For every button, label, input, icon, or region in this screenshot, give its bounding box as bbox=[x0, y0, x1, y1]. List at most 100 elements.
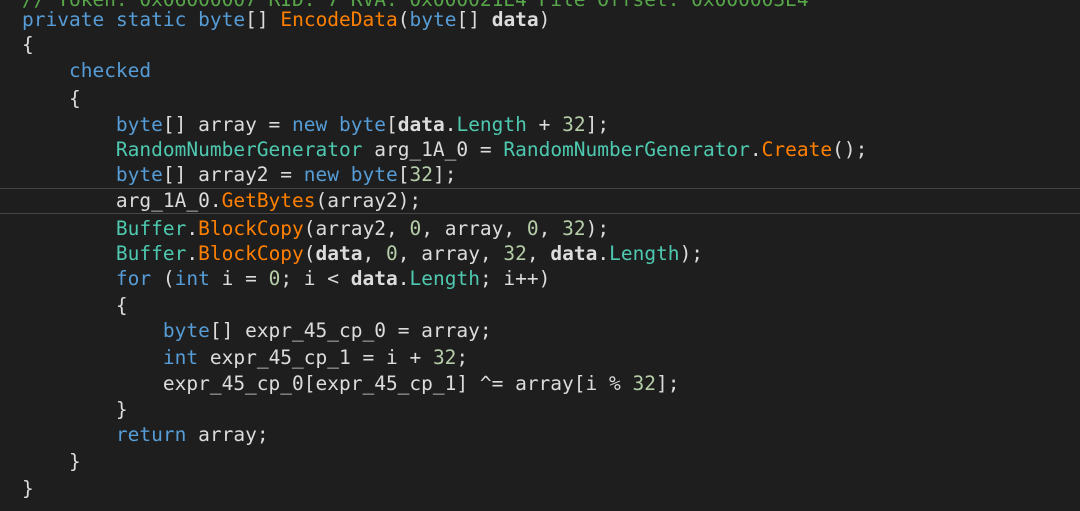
code-token: . bbox=[749, 138, 762, 161]
current-code-line[interactable]: arg_1A_0.GetBytes(array2); bbox=[0, 188, 1080, 214]
code-token: . bbox=[597, 242, 610, 265]
code-line[interactable]: expr_45_cp_0[expr_45_cp_1] ^= array[i % … bbox=[0, 371, 1080, 397]
code-editor[interactable]: // Token: 0x06000007 RID: 7 RVA: 0x00002… bbox=[0, 0, 1080, 511]
code-line[interactable]: int expr_45_cp_1 = i + 32; bbox=[0, 345, 1080, 371]
code-token: Length bbox=[609, 242, 680, 265]
code-token: { bbox=[22, 33, 34, 56]
code-token: data bbox=[550, 242, 598, 265]
code-token: , array, bbox=[397, 242, 504, 265]
code-token: [ bbox=[385, 113, 398, 136]
code-token: { bbox=[22, 294, 128, 317]
code-token: new bbox=[292, 113, 328, 136]
code-token: . bbox=[444, 113, 457, 136]
code-line[interactable]: byte[] array = new byte[data.Length + 32… bbox=[0, 112, 1080, 138]
code-token: 32 bbox=[562, 217, 586, 240]
code-token: byte bbox=[115, 163, 163, 186]
code-token: (); bbox=[832, 138, 868, 161]
code-token: ]; bbox=[432, 163, 457, 186]
code-token: checked bbox=[68, 59, 152, 82]
code-line-text: Buffer.BlockCopy(array2, 0, array, 0, 32… bbox=[22, 216, 609, 242]
code-line[interactable]: for (int i = 0; i < data.Length; i++) bbox=[0, 266, 1080, 292]
code-token: ]; bbox=[585, 113, 610, 136]
code-token: ]; bbox=[655, 372, 680, 395]
code-line[interactable]: { bbox=[0, 32, 1080, 58]
code-token: ; i < bbox=[280, 267, 351, 290]
code-token: 32 bbox=[503, 242, 527, 265]
code-token: Create bbox=[761, 138, 833, 161]
code-token: 32 bbox=[562, 113, 586, 136]
code-token: + bbox=[526, 113, 563, 136]
code-token: RandomNumberGenerator bbox=[503, 138, 750, 161]
code-line[interactable]: } bbox=[0, 449, 1080, 475]
code-token: 0 bbox=[526, 217, 539, 240]
code-line[interactable]: RandomNumberGenerator arg_1A_0 = RandomN… bbox=[0, 137, 1080, 163]
code-token: } bbox=[22, 450, 81, 473]
code-line[interactable]: byte[] expr_45_cp_0 = array; bbox=[0, 318, 1080, 344]
code-token: ( bbox=[151, 267, 175, 290]
code-token: ); bbox=[585, 217, 610, 240]
code-token: int bbox=[162, 346, 199, 369]
code-token: BlockCopy bbox=[198, 242, 304, 265]
code-token: , bbox=[526, 242, 551, 265]
code-token: Buffer bbox=[115, 217, 187, 240]
code-token: 32 bbox=[432, 346, 457, 369]
code-line[interactable]: { bbox=[0, 293, 1080, 319]
code-line[interactable]: checked bbox=[0, 58, 1080, 84]
code-token: (array2, bbox=[303, 217, 410, 240]
code-token: new bbox=[303, 163, 340, 186]
code-line[interactable]: byte[] array2 = new byte[32]; bbox=[0, 162, 1080, 188]
code-line[interactable]: } bbox=[0, 476, 1080, 502]
code-line-text: { bbox=[22, 293, 128, 319]
code-token: [] array2 = bbox=[162, 163, 304, 186]
code-token: Length bbox=[409, 267, 480, 290]
code-token: ; bbox=[456, 346, 469, 369]
code-line-text: RandomNumberGenerator arg_1A_0 = RandomN… bbox=[22, 137, 867, 163]
code-line[interactable]: private static byte[] EncodeData(byte[] … bbox=[0, 7, 1080, 33]
code-token: , bbox=[362, 242, 386, 265]
code-token: data bbox=[350, 267, 398, 290]
code-token: byte bbox=[115, 113, 163, 136]
code-token: . bbox=[397, 267, 410, 290]
code-line-text: private static byte[] EncodeData(byte[] … bbox=[22, 7, 550, 33]
code-token: byte bbox=[198, 8, 246, 31]
code-token: ); bbox=[679, 242, 704, 265]
code-token: arg_1A_0. bbox=[22, 189, 222, 212]
code-token: [] array = bbox=[162, 113, 293, 136]
code-token: return bbox=[115, 423, 187, 446]
code-token: , bbox=[538, 217, 563, 240]
code-token: 0 bbox=[409, 217, 422, 240]
code-token: } bbox=[22, 477, 34, 500]
code-line[interactable]: { bbox=[0, 86, 1080, 112]
code-token: array; bbox=[186, 423, 269, 446]
code-token: static bbox=[115, 8, 187, 31]
code-token: [ bbox=[397, 163, 410, 186]
code-line[interactable]: } bbox=[0, 397, 1080, 423]
code-line-text: int expr_45_cp_1 = i + 32; bbox=[22, 345, 468, 371]
code-line[interactable]: Buffer.BlockCopy(data, 0, array, 32, dat… bbox=[0, 241, 1080, 267]
code-line-text: byte[] array2 = new byte[32]; bbox=[22, 162, 457, 188]
code-token: . bbox=[186, 217, 199, 240]
code-line[interactable]: Buffer.BlockCopy(array2, 0, array, 0, 32… bbox=[0, 216, 1080, 242]
code-token: expr_45_cp_1 = i + bbox=[198, 346, 433, 369]
code-token: , array, bbox=[421, 217, 527, 240]
code-line-text: } bbox=[22, 397, 128, 423]
code-line[interactable]: return array; bbox=[0, 422, 1080, 448]
code-token: int bbox=[174, 267, 210, 290]
code-token: GetBytes bbox=[221, 189, 316, 212]
code-line-text: } bbox=[22, 449, 81, 475]
code-token: 0 bbox=[386, 242, 398, 265]
code-line-text: expr_45_cp_0[expr_45_cp_1] ^= array[i % … bbox=[22, 371, 680, 397]
